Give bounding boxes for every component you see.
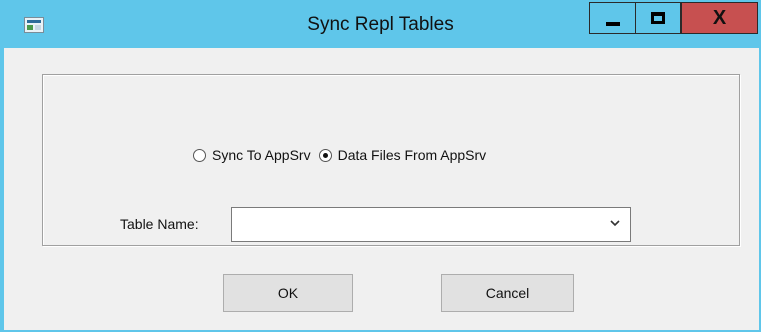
radio-label: Sync To AppSrv xyxy=(212,147,311,163)
title-bar[interactable]: Sync Repl Tables X xyxy=(2,2,759,48)
close-button[interactable]: X xyxy=(681,2,758,34)
ok-button[interactable]: OK xyxy=(223,274,353,312)
radio-label: Data Files From AppSrv xyxy=(337,147,487,163)
mode-radio-group: Sync To AppSrv Data Files From AppSrv xyxy=(193,145,494,165)
radio-data-files-from-appsrv[interactable]: Data Files From AppSrv xyxy=(318,147,487,163)
radio-checked-icon[interactable] xyxy=(318,148,332,162)
maximize-button[interactable] xyxy=(635,2,681,34)
minimize-icon xyxy=(605,22,620,26)
radio-sync-to-appsrv[interactable]: Sync To AppSrv xyxy=(193,147,311,163)
options-group: Sync To AppSrv Data Files From AppSrv Ta… xyxy=(42,74,740,246)
close-icon: X xyxy=(712,6,727,29)
minimize-button[interactable] xyxy=(589,2,636,34)
dialog-client-area: Sync To AppSrv Data Files From AppSrv Ta… xyxy=(4,48,759,330)
cancel-button[interactable]: Cancel xyxy=(441,274,574,312)
table-name-label: Table Name: xyxy=(120,216,199,232)
dialog-window: Sync Repl Tables X Sync To AppSrv Data F… xyxy=(0,0,761,332)
table-name-combobox[interactable] xyxy=(231,207,631,242)
radio-unchecked-icon[interactable] xyxy=(193,148,206,162)
chevron-down-icon[interactable] xyxy=(608,216,622,230)
maximize-icon xyxy=(651,12,665,24)
